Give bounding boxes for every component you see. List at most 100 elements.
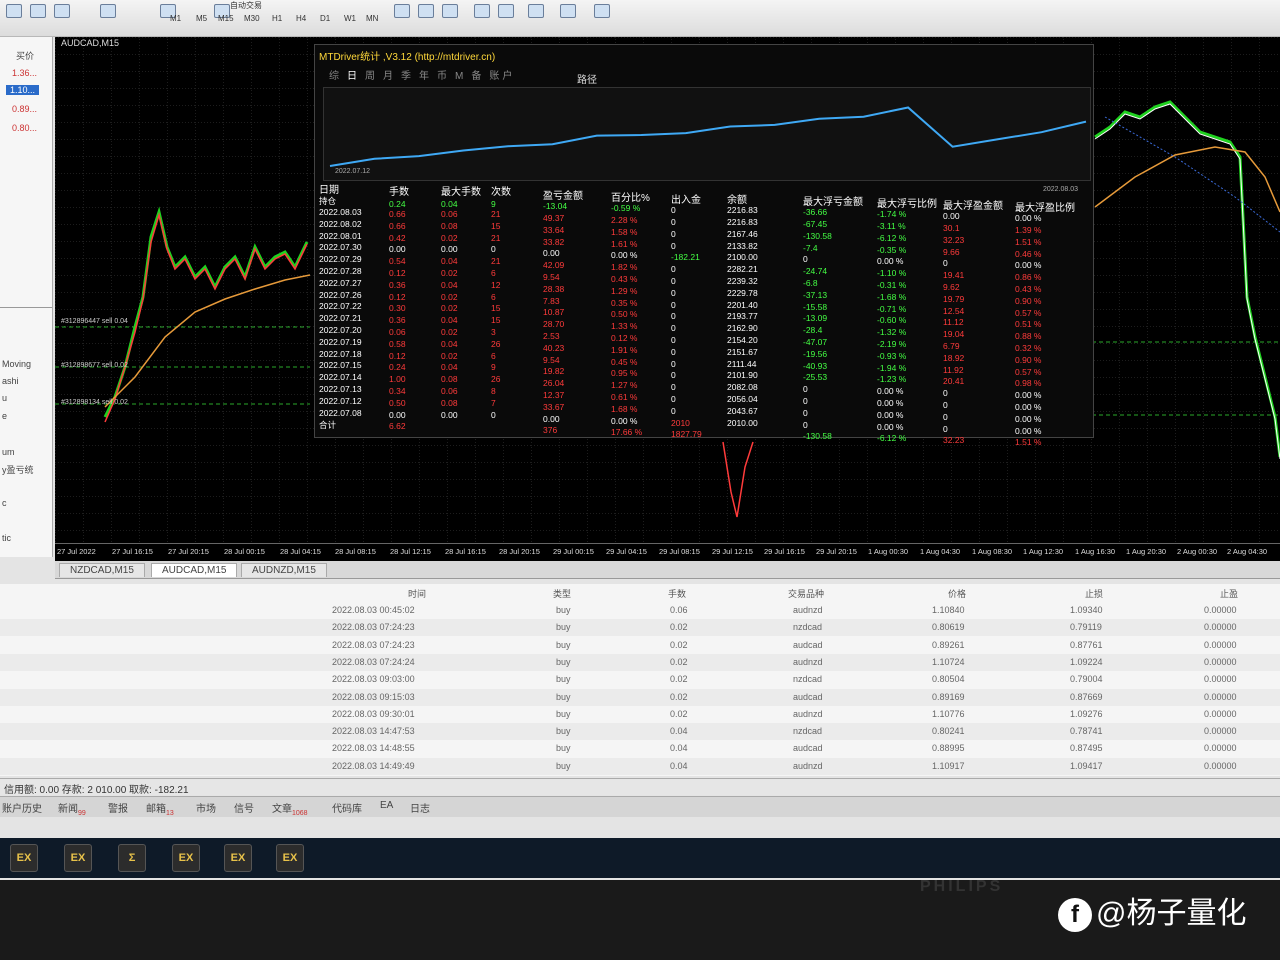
stats-cell: 0.98 %: [1015, 378, 1042, 389]
time-tick: 28 Jul 00:15: [224, 547, 265, 556]
stats-tab[interactable]: M: [455, 71, 466, 82]
column-header-time[interactable]: 时间: [408, 587, 426, 600]
periods-icon[interactable]: [560, 4, 576, 18]
new-order-icon[interactable]: [100, 4, 116, 18]
nav-item[interactable]: Moving: [2, 359, 31, 369]
stats-cell: 0.00 %: [1015, 425, 1042, 436]
table-cell: 0.80504: [932, 674, 965, 685]
tab-audcad[interactable]: AUDCAD,M15: [151, 563, 238, 577]
table-row[interactable]: 2022.08.03 09:30:01 buy 0.02 audnzd 1.10776 1…: [0, 706, 1280, 723]
tf-d1[interactable]: D1: [320, 14, 330, 23]
stats-tab[interactable]: 周: [365, 71, 378, 82]
stats-tab[interactable]: 季: [401, 71, 414, 82]
table-row[interactable]: 2022.08.03 07:24:23 buy 0.02 audcad 0.89261 0…: [0, 637, 1280, 654]
nav-item[interactable]: um: [2, 447, 15, 457]
column-header-tp[interactable]: 止盈: [1220, 587, 1238, 600]
terminal-tab[interactable]: 代码库: [332, 800, 362, 815]
stats-cell: -25.53: [803, 372, 828, 383]
tf-h1[interactable]: H1: [272, 14, 282, 23]
new-chart-icon[interactable]: [6, 4, 22, 18]
zoom-out-icon[interactable]: [418, 4, 434, 18]
table-row[interactable]: 2022.08.03 00:45:02 buy 0.06 audnzd 1.10840 1…: [0, 602, 1280, 619]
table-row[interactable]: 2022.08.03 14:48:55 buy 0.04 audcad 0.88995 0…: [0, 740, 1280, 757]
column-header-symbol[interactable]: 交易品种: [788, 587, 824, 600]
stats-cell: 0: [671, 228, 676, 239]
stats-tab[interactable]: 账户: [489, 71, 515, 82]
terminal-app-icon[interactable]: Σ: [118, 844, 146, 872]
tf-m1[interactable]: M1: [170, 14, 181, 23]
terminal-app-icon[interactable]: EX: [224, 844, 252, 872]
tab-audnzd[interactable]: AUDNZD,M15: [241, 563, 327, 577]
terminal-tab[interactable]: 警报: [108, 800, 128, 815]
autoscroll-icon[interactable]: [498, 4, 514, 18]
terminal-app-icon[interactable]: EX: [276, 844, 304, 872]
autotrade-button[interactable]: 自动交易: [230, 0, 262, 11]
tf-m5[interactable]: M5: [196, 14, 207, 23]
terminal-tab[interactable]: 新闻99: [58, 800, 86, 817]
stats-tab[interactable]: 综: [329, 71, 342, 82]
stats-tab[interactable]: 年: [419, 71, 432, 82]
tab-nzdcad[interactable]: NZDCAD,M15: [59, 563, 145, 577]
stats-cell: 2022.07.20: [319, 325, 362, 335]
tile-windows-icon[interactable]: [442, 4, 458, 18]
stats-tab[interactable]: 备: [471, 71, 484, 82]
stats-cell: 2022.07.19: [319, 336, 362, 347]
time-tick: 28 Jul 04:15: [280, 547, 321, 556]
indicators-icon[interactable]: [528, 4, 544, 18]
terminal-app-icon[interactable]: EX: [10, 844, 38, 872]
crosshair-icon[interactable]: [30, 4, 46, 18]
nav-item[interactable]: u: [2, 393, 7, 403]
terminal-tab[interactable]: 邮箱13: [146, 800, 174, 817]
column-header-sl[interactable]: 止损: [1085, 587, 1103, 600]
nav-item[interactable]: ashi: [2, 376, 19, 386]
price-cell[interactable]: 1.10...: [6, 85, 40, 95]
tf-mn[interactable]: MN: [366, 14, 378, 23]
zoom-in-icon[interactable]: [394, 4, 410, 18]
nav-item[interactable]: y盈亏统: [2, 463, 34, 476]
stats-cell: 0.08: [441, 397, 458, 408]
stats-cell: 0.54: [389, 256, 406, 267]
tf-m15[interactable]: M15: [218, 14, 234, 23]
terminal-app-icon[interactable]: EX: [172, 844, 200, 872]
tf-w1[interactable]: W1: [344, 14, 356, 23]
nav-item[interactable]: c: [2, 498, 7, 508]
terminal-app-icon[interactable]: EX: [64, 844, 92, 872]
table-row[interactable]: 2022.08.03 07:24:24 buy 0.02 audnzd 1.10724 1…: [0, 653, 1280, 671]
chart-shift-icon[interactable]: [474, 4, 490, 18]
stats-cell: 28.38: [543, 283, 565, 294]
mtdriver-stats-window[interactable]: MTDriver统计 ,V3.12 (http://mtdriver.cn) 综…: [314, 44, 1094, 447]
table-row[interactable]: 2022.08.03 07:24:23 buy 0.02 nzdcad 0.80619 0…: [0, 619, 1280, 637]
column-header-price[interactable]: 价格: [948, 587, 966, 600]
nav-item[interactable]: tic: [2, 533, 11, 543]
stats-cell: 1.00: [389, 374, 406, 385]
terminal-tab[interactable]: 文章1068: [272, 800, 308, 817]
nav-item[interactable]: e: [2, 411, 7, 421]
table-cell: buy: [556, 691, 571, 702]
terminal-tab[interactable]: EA: [380, 800, 393, 811]
stats-tab[interactable]: 日: [347, 71, 360, 82]
table-row[interactable]: 2022.08.03 14:47:53 buy 0.04 nzdcad 0.80241 0…: [0, 723, 1280, 741]
price-cell[interactable]: 1.36...: [12, 68, 37, 78]
price-cell[interactable]: 0.80...: [12, 123, 37, 133]
terminal-tab[interactable]: 市场: [196, 800, 216, 815]
table-row[interactable]: 2022.08.03 09:15:03 buy 0.02 audcad 0.89169 0…: [0, 688, 1280, 706]
terminal-tab[interactable]: 日志: [410, 800, 430, 815]
terminal-tab[interactable]: 信号: [234, 800, 254, 815]
stats-cell: 26: [491, 374, 501, 385]
tab-badge: 1068: [292, 810, 308, 817]
price-cell[interactable]: 0.89...: [12, 104, 37, 114]
stats-cell: 0.50 %: [611, 309, 638, 320]
templates-icon[interactable]: [594, 4, 610, 18]
text-tool-icon[interactable]: [54, 4, 70, 18]
stats-cell: 0.02: [441, 268, 458, 278]
table-row[interactable]: 2022.08.03 09:03:00 buy 0.02 nzdcad 0.80504 0…: [0, 671, 1280, 688]
tf-h4[interactable]: H4: [296, 14, 306, 23]
stats-tab[interactable]: 币: [437, 71, 450, 82]
table-row[interactable]: 2022.08.03 14:49:49 buy 0.04 audnzd 1.10917 1…: [0, 757, 1280, 775]
column-header-lots[interactable]: 手数: [668, 587, 686, 600]
column-header-type[interactable]: 类型: [553, 587, 571, 600]
terminal-tab[interactable]: 账户历史: [2, 800, 42, 815]
tf-m30[interactable]: M30: [244, 14, 260, 23]
stats-tab[interactable]: 月: [383, 71, 396, 82]
stats-cell: 0.02: [441, 350, 458, 361]
